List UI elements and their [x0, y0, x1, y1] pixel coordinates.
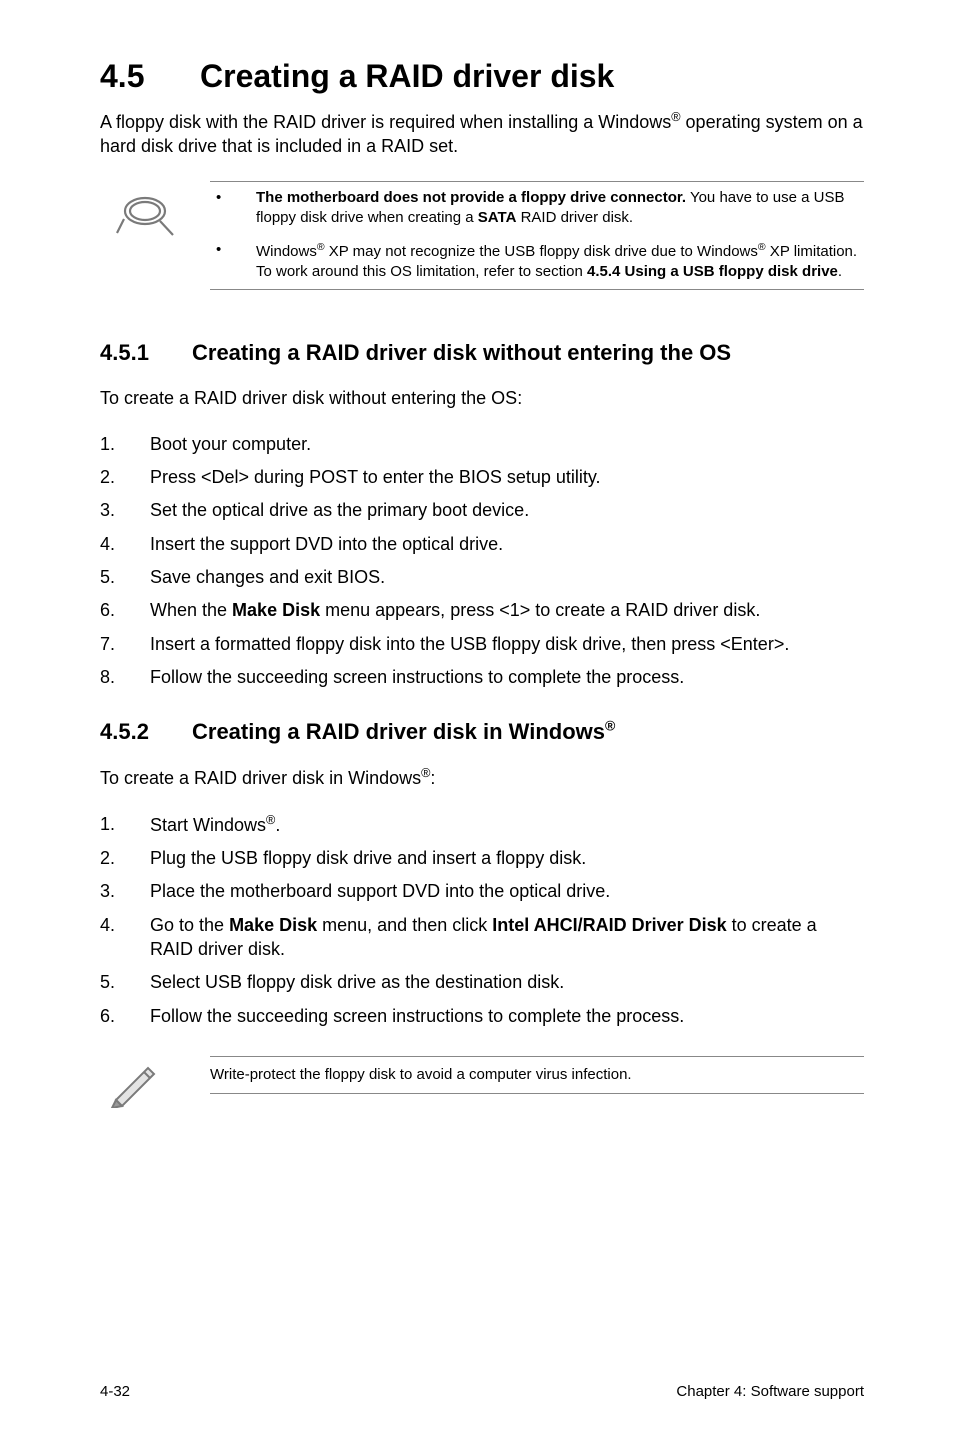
step-number: 3.: [100, 498, 150, 522]
step-text: Boot your computer.: [150, 432, 311, 456]
intro-paragraph: A floppy disk with the RAID driver is re…: [100, 109, 864, 159]
step-number: 2.: [100, 465, 150, 489]
step-number: 7.: [100, 632, 150, 656]
step-text: Select USB floppy disk drive as the dest…: [150, 970, 564, 994]
step-text: Place the motherboard support DVD into t…: [150, 879, 610, 903]
heading-2: 4.5.2Creating a RAID driver disk in Wind…: [100, 717, 864, 744]
pencil-icon: [110, 1058, 164, 1113]
step-text: Go to the Make Disk menu, and then click…: [150, 913, 864, 962]
page-number: 4-32: [100, 1383, 130, 1400]
heading-1-number: 4.5: [100, 58, 200, 95]
heading-2-number: 4.5.2: [100, 719, 192, 745]
heading-2: 4.5.1Creating a RAID driver disk without…: [100, 340, 864, 366]
heading-1: 4.5Creating a RAID driver disk: [100, 58, 864, 95]
step-number: 1.: [100, 432, 150, 456]
heading-2-title: Creating a RAID driver disk without ente…: [192, 340, 731, 365]
step-text: Follow the succeeding screen instruction…: [150, 665, 684, 689]
magnifier-icon: [100, 191, 190, 244]
note-block-2: Write-protect the floppy disk to avoid a…: [210, 1056, 864, 1094]
bullet-icon: •: [210, 240, 256, 283]
step-number: 4.: [100, 532, 150, 556]
step-text: Press <Del> during POST to enter the BIO…: [150, 465, 601, 489]
step-number: 4.: [100, 913, 150, 962]
step-number: 5.: [100, 970, 150, 994]
step-text: When the Make Disk menu appears, press <…: [150, 598, 760, 622]
step-number: 8.: [100, 665, 150, 689]
step-number: 5.: [100, 565, 150, 589]
page-footer: 4-32 Chapter 4: Software support: [100, 1383, 864, 1400]
steps-list-2: 1.Start Windows®. 2.Plug the USB floppy …: [100, 812, 864, 1028]
note-item: Windows® XP may not recognize the USB fl…: [256, 240, 864, 283]
step-text: Save changes and exit BIOS.: [150, 565, 385, 589]
heading-2-number: 4.5.1: [100, 340, 192, 366]
step-text: Follow the succeeding screen instruction…: [150, 1004, 684, 1028]
step-text: Set the optical drive as the primary boo…: [150, 498, 529, 522]
step-text: Insert the support DVD into the optical …: [150, 532, 503, 556]
steps-list-1: 1.Boot your computer. 2.Press <Del> duri…: [100, 432, 864, 689]
step-text: Insert a formatted floppy disk into the …: [150, 632, 789, 656]
note-text: Write-protect the floppy disk to avoid a…: [210, 1057, 864, 1093]
chapter-title: Chapter 4: Software support: [676, 1383, 864, 1400]
step-number: 6.: [100, 1004, 150, 1028]
heading-1-title: Creating a RAID driver disk: [200, 58, 614, 94]
step-number: 1.: [100, 812, 150, 837]
bullet-icon: •: [210, 188, 256, 229]
step-text: Start Windows®.: [150, 812, 280, 837]
step-number: 6.: [100, 598, 150, 622]
step-text: Plug the USB floppy disk drive and inser…: [150, 846, 586, 870]
step-number: 3.: [100, 879, 150, 903]
section-lead: To create a RAID driver disk in Windows®…: [100, 765, 864, 790]
step-number: 2.: [100, 846, 150, 870]
note-block-1: • The motherboard does not provide a flo…: [210, 181, 864, 290]
heading-2-title: Creating a RAID driver disk in Windows®: [192, 719, 615, 744]
section-lead: To create a RAID driver disk without ent…: [100, 386, 864, 410]
note-item: The motherboard does not provide a flopp…: [256, 188, 864, 229]
